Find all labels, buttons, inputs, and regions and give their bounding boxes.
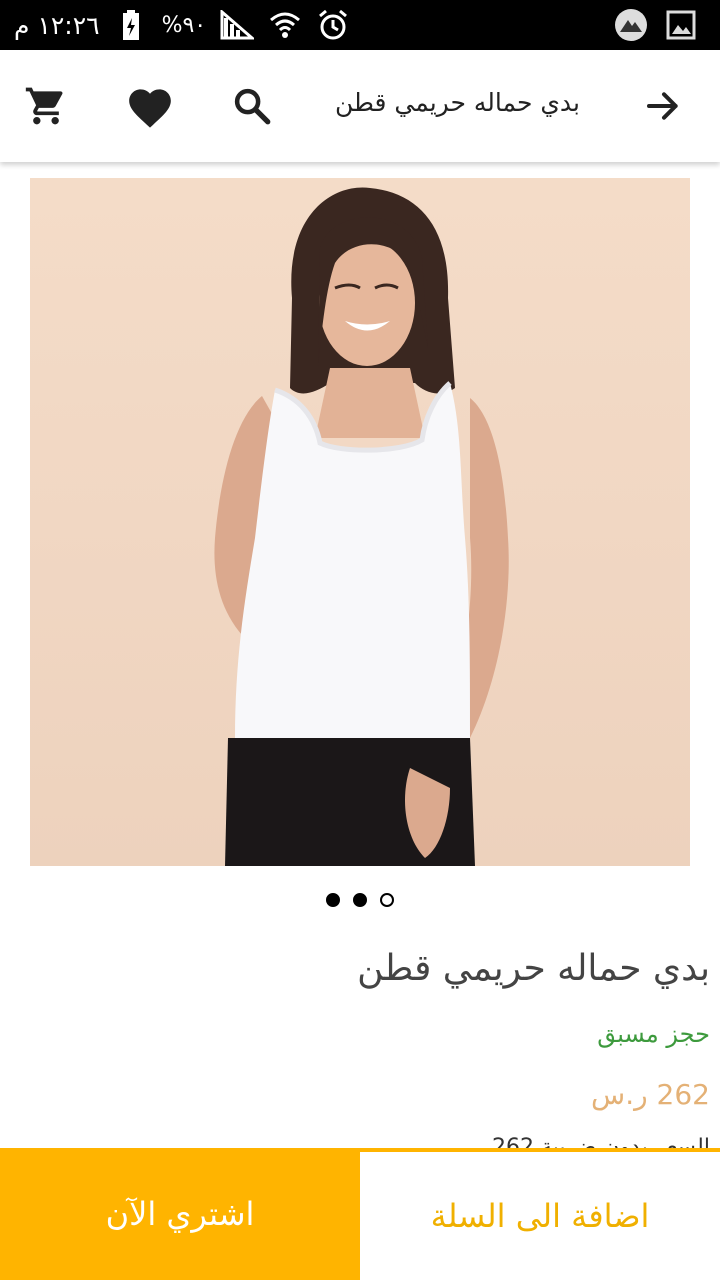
status-bar: ١٢:٢٦ م %٩٠ xyxy=(0,0,720,50)
search-icon xyxy=(234,88,271,125)
product-image[interactable] xyxy=(30,178,690,866)
app-toolbar: بدي حماله حريمي قطن xyxy=(0,50,720,162)
cart-button[interactable] xyxy=(20,80,72,132)
toolbar-title: بدي حماله حريمي قطن xyxy=(334,88,580,117)
carousel-indicator xyxy=(0,893,720,907)
product-photo xyxy=(214,187,509,866)
battery-percent: %٩٠ xyxy=(161,12,207,38)
cart-icon xyxy=(25,87,63,125)
status-bar-left: ١٢:٢٦ م %٩٠ xyxy=(14,8,350,42)
status-time: ١٢:٢٦ م xyxy=(14,10,100,40)
app-notification-icon xyxy=(614,8,648,42)
product-title: بدي حماله حريمي قطن xyxy=(357,948,710,989)
wifi-icon xyxy=(268,8,302,42)
arrow-forward-icon xyxy=(647,92,678,120)
buy-now-button[interactable]: اشتري الآن xyxy=(0,1148,360,1280)
back-button[interactable] xyxy=(638,80,690,132)
search-button[interactable] xyxy=(226,80,278,132)
carousel-dot-active[interactable] xyxy=(380,893,394,907)
heart-icon xyxy=(129,89,171,128)
gallery-notification-icon xyxy=(664,8,698,42)
bottom-action-bar: اشتري الآن اضافة الى السلة xyxy=(0,1148,720,1280)
product-availability: حجز مسبق xyxy=(597,1020,710,1048)
carousel-dot[interactable] xyxy=(326,893,340,907)
battery-charging-icon xyxy=(114,8,148,42)
product-price: 262 ر.س xyxy=(591,1078,710,1111)
favorite-button[interactable] xyxy=(124,80,176,132)
add-to-cart-button[interactable]: اضافة الى السلة xyxy=(360,1148,720,1280)
signal-icon xyxy=(220,8,255,42)
status-bar-right xyxy=(614,8,698,42)
alarm-icon xyxy=(316,8,350,42)
carousel-dot[interactable] xyxy=(353,893,367,907)
